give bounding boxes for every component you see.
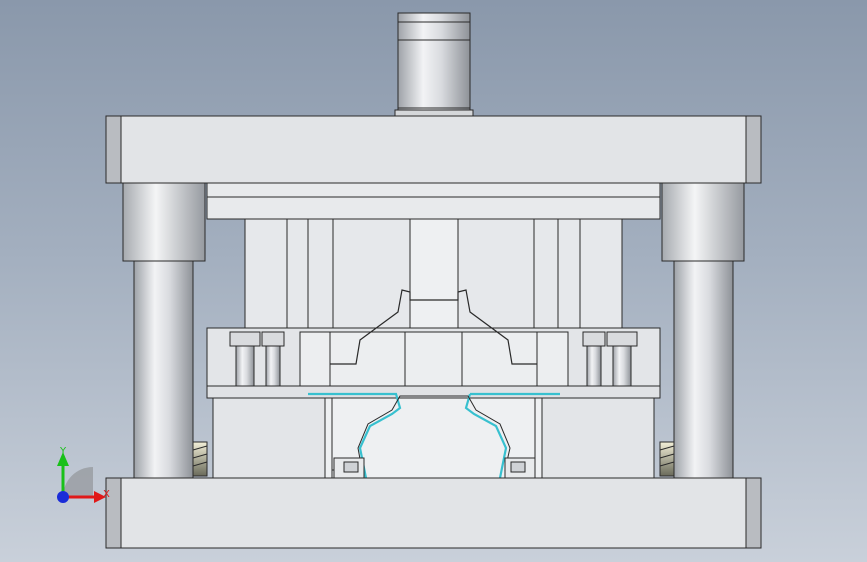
punch-backing-plate[interactable] — [206, 182, 661, 220]
right-lifter — [504, 457, 536, 479]
left-spring — [192, 441, 208, 477]
die-plate[interactable] — [206, 385, 661, 479]
bottom-die-plate[interactable] — [105, 477, 762, 549]
right-spring — [659, 441, 675, 477]
x-axis-label: X — [103, 489, 110, 500]
right-guide-post[interactable] — [661, 182, 745, 480]
y-axis-label: Y — [59, 446, 67, 457]
left-lifter — [333, 457, 365, 479]
die-shank[interactable] — [394, 12, 474, 117]
punch-holder[interactable] — [244, 218, 623, 332]
cad-viewport[interactable]: Y X — [0, 0, 867, 562]
top-die-plate[interactable] — [105, 115, 762, 184]
coordinate-triad: Y X — [57, 446, 110, 503]
die-assembly-drawing: Y X — [57, 12, 762, 549]
z-axis-dot — [57, 491, 69, 503]
left-guide-post[interactable] — [122, 182, 206, 480]
